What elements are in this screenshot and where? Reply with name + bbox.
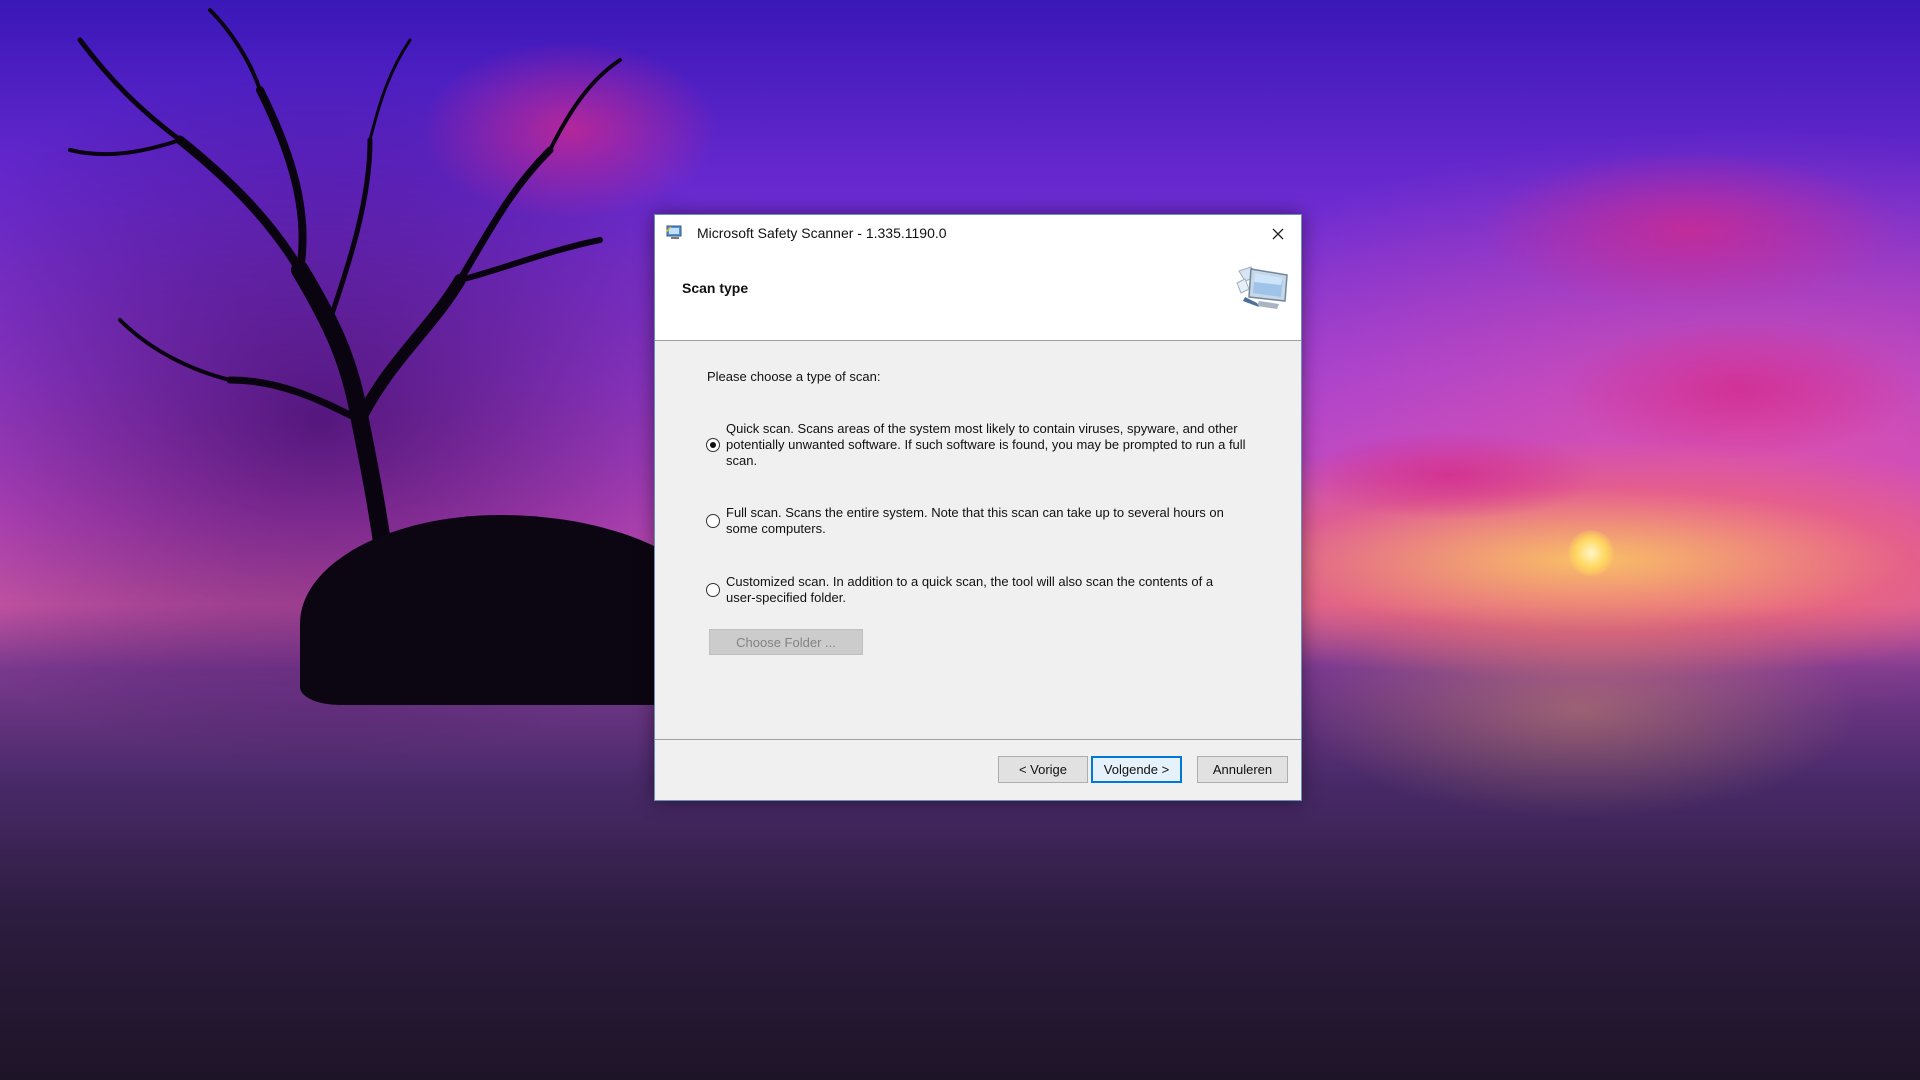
next-button[interactable]: Volgende >	[1091, 756, 1182, 783]
wallpaper-cloud	[1480, 150, 1900, 310]
full-scan-option[interactable]: Full scan. Scans the entire system. Note…	[706, 505, 1246, 537]
page-title: Scan type	[682, 280, 749, 296]
monitor-scan-icon	[1231, 257, 1295, 313]
quick-scan-radio[interactable]	[706, 438, 720, 452]
scanner-dialog: Microsoft Safety Scanner - 1.335.1190.0 …	[654, 214, 1302, 801]
title-bar[interactable]: Microsoft Safety Scanner - 1.335.1190.0	[655, 215, 1301, 253]
full-scan-label: Full scan. Scans the entire system. Note…	[726, 505, 1224, 536]
close-button[interactable]	[1255, 215, 1301, 253]
customized-scan-label: Customized scan. In addition to a quick …	[726, 574, 1214, 605]
scanner-app-icon	[665, 224, 685, 242]
cancel-button[interactable]: Annuleren	[1197, 756, 1288, 783]
back-button[interactable]: < Vorige	[998, 756, 1088, 783]
close-icon	[1272, 228, 1284, 240]
full-scan-radio[interactable]	[706, 514, 720, 528]
scan-type-prompt: Please choose a type of scan:	[707, 369, 881, 384]
wallpaper-cloud	[1560, 320, 1920, 460]
wallpaper-cloud	[1300, 430, 1600, 520]
wizard-footer: < Vorige Volgende > Annuleren	[655, 739, 1301, 800]
customized-scan-option[interactable]: Customized scan. In addition to a quick …	[706, 574, 1246, 606]
quick-scan-option[interactable]: Quick scan. Scans areas of the system mo…	[706, 421, 1246, 469]
wizard-body: Please choose a type of scan: Quick scan…	[655, 341, 1301, 741]
sun	[1568, 530, 1614, 576]
wizard-header: Scan type	[655, 253, 1301, 341]
choose-folder-button[interactable]: Choose Folder ...	[709, 629, 863, 655]
water-reflection	[1300, 600, 1860, 820]
customized-scan-radio[interactable]	[706, 583, 720, 597]
quick-scan-label: Quick scan. Scans areas of the system mo…	[726, 421, 1246, 468]
window-title: Microsoft Safety Scanner - 1.335.1190.0	[697, 225, 947, 241]
